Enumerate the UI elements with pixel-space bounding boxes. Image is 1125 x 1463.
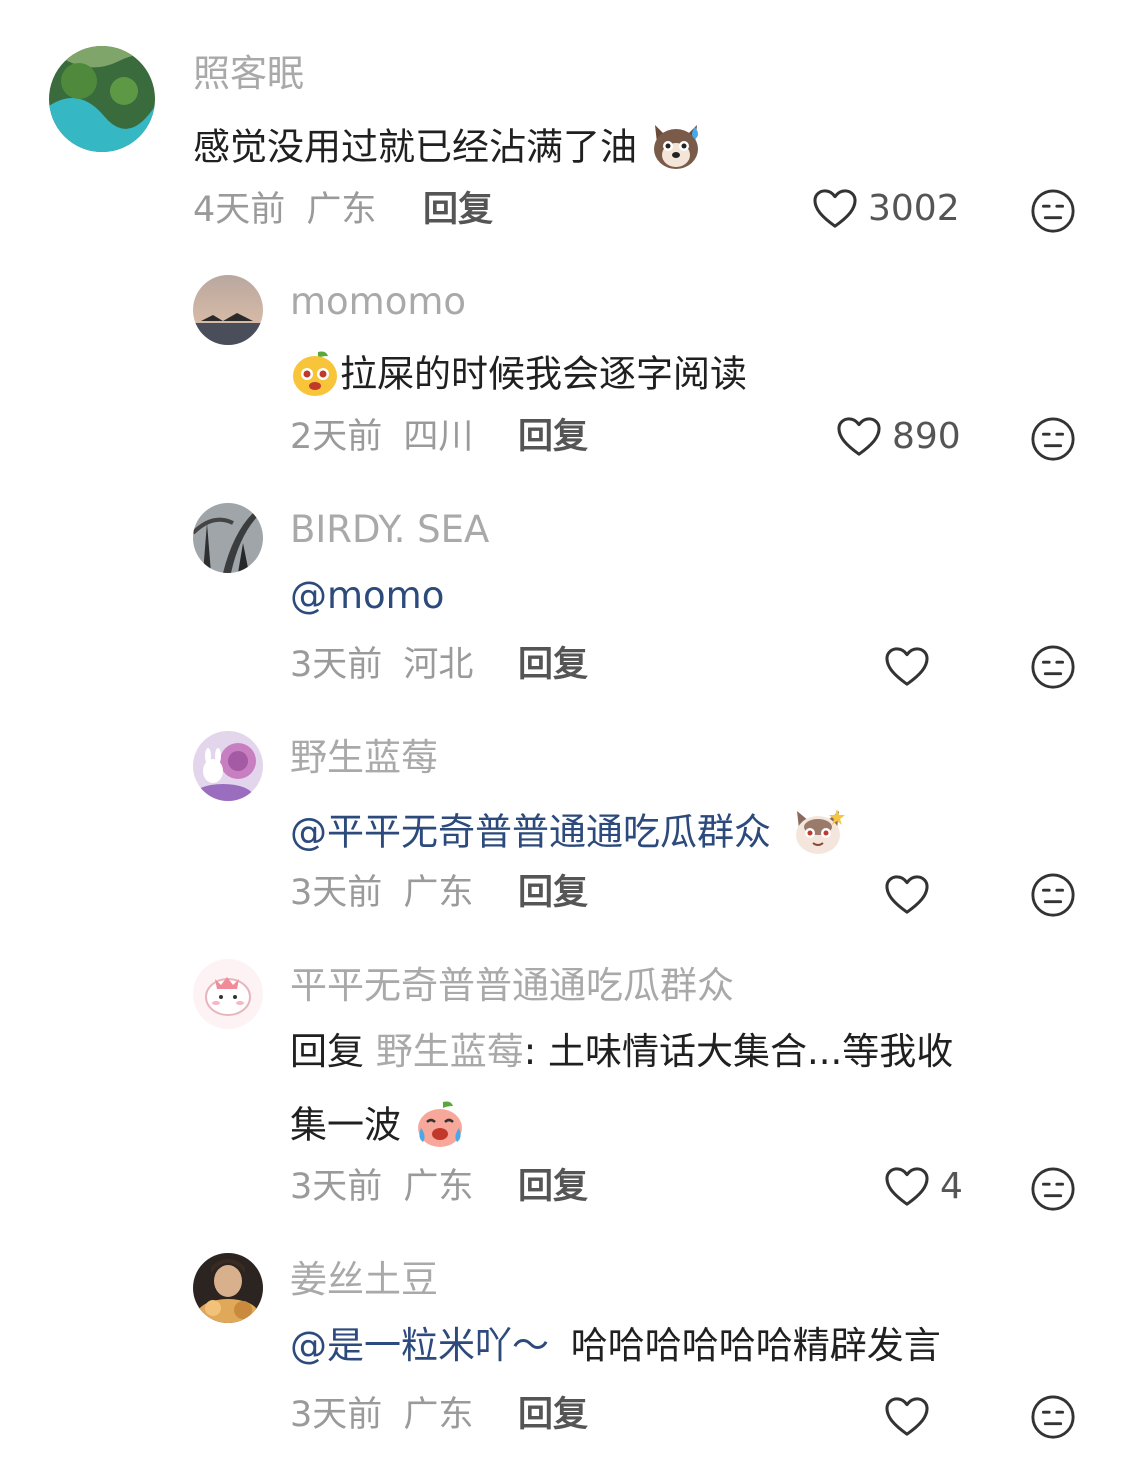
comment-text: 拉屎的时候我会逐字阅读	[290, 348, 747, 404]
username[interactable]: 平平无奇普普通通吃瓜群众	[290, 967, 734, 1004]
reply-button[interactable]: 回复	[518, 1170, 588, 1205]
reply-button[interactable]: 回复	[518, 876, 588, 911]
avatar[interactable]	[193, 731, 263, 801]
cat-wink-emoji	[791, 805, 845, 863]
timestamp: 3天前	[290, 873, 383, 913]
comment-body-continued: 集一波	[290, 1103, 401, 1147]
comment-text: @平平无奇普普通通吃瓜群众	[290, 805, 845, 863]
meh-icon[interactable]	[1030, 1394, 1076, 1440]
meta-info: 3天前 广东	[290, 1170, 473, 1205]
dog-sweat-emoji	[649, 121, 703, 177]
like-button[interactable]: 3002	[812, 188, 960, 230]
peach-crying-emoji	[413, 1098, 467, 1156]
meh-icon[interactable]	[1030, 188, 1076, 234]
username[interactable]: 照客眠	[193, 55, 304, 92]
meta-info: 3天前 河北	[290, 648, 473, 683]
meh-icon[interactable]	[1030, 644, 1076, 690]
meta-info: 3天前 广东	[290, 1398, 473, 1433]
like-count: 4	[940, 1166, 963, 1207]
comment-text: 感觉没用过就已经沾满了油	[193, 121, 703, 177]
meta-info: 3天前 广东	[290, 876, 473, 911]
like-button[interactable]: 890	[836, 416, 961, 458]
reply-button[interactable]: 回复	[518, 1398, 588, 1433]
like-button[interactable]	[884, 1396, 930, 1438]
reply-button[interactable]: 回复	[518, 420, 588, 455]
comment-body: : 土味情话大集合...等我收	[523, 1030, 954, 1073]
timestamp: 4天前	[193, 190, 286, 230]
mention-link[interactable]: @平平无奇普普通通吃瓜群众	[290, 811, 771, 854]
reply-target-username[interactable]: 野生蓝莓	[376, 1030, 524, 1073]
location: 广东	[403, 1167, 474, 1207]
timestamp: 3天前	[290, 645, 383, 685]
comment-body: 感觉没用过就已经沾满了油	[193, 125, 637, 169]
location: 广东	[403, 1395, 474, 1435]
timestamp: 2天前	[290, 417, 383, 457]
meh-icon[interactable]	[1030, 1166, 1076, 1212]
heart-icon	[884, 646, 930, 688]
heart-icon	[884, 874, 930, 916]
location: 广东	[306, 190, 377, 230]
comment-text-line2: 集一波	[290, 1098, 467, 1156]
username[interactable]: momomo	[290, 283, 466, 320]
comment-text: 回复 野生蓝莓: 土味情话大集合...等我收	[290, 1033, 953, 1070]
like-button[interactable]	[884, 874, 930, 916]
reply-prefix: 回复	[290, 1030, 364, 1073]
mention-link[interactable]: @momo	[290, 577, 444, 614]
heart-icon	[884, 1396, 930, 1438]
reply-button[interactable]: 回复	[518, 648, 588, 683]
like-count: 890	[892, 416, 961, 457]
like-count: 3002	[868, 188, 960, 229]
meh-icon[interactable]	[1030, 872, 1076, 918]
like-button[interactable]	[884, 646, 930, 688]
comment-body: 拉屎的时候我会逐字阅读	[340, 352, 747, 396]
avatar[interactable]	[193, 959, 263, 1029]
avatar[interactable]	[193, 503, 263, 573]
username[interactable]: BIRDY. SEA	[290, 511, 489, 548]
like-button[interactable]: 4	[884, 1166, 963, 1208]
location: 四川	[403, 417, 474, 457]
avatar[interactable]	[193, 1253, 263, 1323]
avatar[interactable]	[49, 46, 155, 152]
meh-icon[interactable]	[1030, 416, 1076, 462]
timestamp: 3天前	[290, 1395, 383, 1435]
heart-icon	[812, 188, 858, 230]
heart-icon	[836, 416, 882, 458]
heart-icon	[884, 1166, 930, 1208]
reply-button[interactable]: 回复	[423, 193, 493, 228]
meta-info: 2天前 四川	[290, 420, 473, 455]
location: 河北	[403, 645, 474, 685]
mango-face-emoji	[290, 348, 340, 404]
timestamp: 3天前	[290, 1167, 383, 1207]
comment-body: 哈哈哈哈哈哈精辟发言	[570, 1324, 941, 1367]
meta-info: 4天前 广东	[193, 193, 376, 228]
comment-text: @是一粒米吖～ 哈哈哈哈哈哈精辟发言	[290, 1327, 941, 1364]
avatar[interactable]	[193, 275, 263, 345]
username[interactable]: 野生蓝莓	[290, 739, 438, 776]
username[interactable]: 姜丝土豆	[290, 1261, 438, 1298]
location: 广东	[403, 873, 474, 913]
mention-link[interactable]: @是一粒米吖～	[290, 1324, 549, 1367]
